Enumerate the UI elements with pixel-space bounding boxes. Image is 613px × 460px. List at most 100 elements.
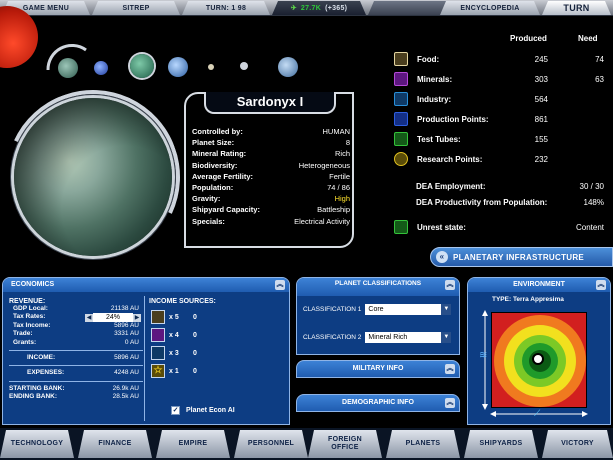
info-row: Population: 74 / 86: [192, 182, 350, 193]
collapse-chevron-icon[interactable]: ︽: [275, 280, 285, 290]
nav-victory[interactable]: VICTORY: [542, 430, 613, 458]
info-row: Biodiversity: Heterogeneous: [192, 160, 350, 171]
military-info-panel[interactable]: MILITARY INFO ︽: [296, 360, 460, 378]
classification-2-select[interactable]: Mineral Rich ▼: [365, 332, 452, 343]
source-count: x 1: [169, 368, 179, 375]
income-source-row: x 5 0: [149, 309, 285, 327]
production-icon: [394, 112, 408, 126]
info-value: Rich: [334, 149, 350, 159]
info-value: High: [334, 194, 350, 204]
nav-personnel[interactable]: PERSONNEL: [234, 430, 308, 458]
production-row-food: Food: 245 74: [392, 52, 606, 70]
nav-technology[interactable]: TECHNOLOGY: [0, 430, 74, 458]
revenue-column: REVENUE: GDP Local: 21138 AU Tax Rates: ◀…: [9, 298, 143, 402]
row-label: Industry:: [417, 95, 452, 104]
production-row-research-points: Research Points: 232: [392, 152, 606, 170]
tax-rates-label: Tax Rates:: [13, 313, 46, 321]
row-label: Test Tubes:: [417, 135, 461, 144]
planet-econ-ai-toggle[interactable]: ✓ Planet Econ AI: [171, 406, 235, 415]
credits-display: ✈ 27.7k (+365): [272, 1, 366, 15]
orbit-planet-2[interactable]: [94, 61, 108, 75]
row-produced: 232: [534, 155, 548, 164]
arrow-right-icon[interactable]: ▶: [133, 313, 141, 322]
orbit-planet-6[interactable]: [240, 62, 248, 70]
nav-empire[interactable]: EMPIRE: [156, 430, 230, 458]
unrest-value: Content: [575, 223, 604, 232]
classification-2-label: CLASSIFICATION 2: [303, 334, 362, 341]
planet-globe: [14, 98, 172, 256]
dea-employment-label: DEA Employment:: [416, 182, 486, 191]
nav-foreign-office[interactable]: FOREIGN OFFICE: [308, 430, 382, 458]
arrow-left-icon[interactable]: ◀: [85, 313, 93, 322]
water-axis-icon: ≋: [479, 350, 488, 361]
income-row: INCOME: 5896 AU: [9, 354, 143, 362]
economics-title: ECONOMICS: [11, 281, 55, 288]
source-value: 0: [193, 368, 197, 375]
production-row-test-tubes: Test Tubes: 155: [392, 132, 606, 150]
orbit-planet-5[interactable]: [208, 64, 214, 70]
produced-header: Produced: [510, 34, 547, 43]
info-label: Controlled by:: [192, 127, 243, 136]
chevron-down-icon[interactable]: ▼: [441, 332, 452, 343]
trade-value: 3331 AU: [114, 330, 139, 338]
dea-employment-row: DEA Employment: 30 / 30: [416, 182, 606, 191]
info-row: Shipyard Capacity: Battleship: [192, 204, 350, 215]
bottom-nav-bar: TECHNOLOGY FINANCE EMPIRE PERSONNEL FORE…: [0, 428, 613, 460]
info-label: Gravity:: [192, 194, 221, 204]
credits-icon: ✈: [290, 5, 297, 12]
nav-planets[interactable]: PLANETS: [386, 430, 460, 458]
production-row-industry: Industry: 564: [392, 92, 606, 110]
planetary-infrastructure-label: PLANETARY INFRASTRUCTURE: [453, 252, 585, 262]
row-need: 63: [595, 75, 604, 84]
row-label: Production Points:: [417, 115, 489, 124]
chevron-down-icon[interactable]: ▼: [441, 304, 452, 315]
collapse-chevron-icon[interactable]: ︽: [445, 280, 455, 290]
orbit-planet-4[interactable]: [168, 57, 188, 77]
nav-shipyards[interactable]: SHIPYARDS: [464, 430, 538, 458]
need-header: Need: [578, 34, 598, 43]
source-count: x 5: [169, 314, 179, 321]
planetary-infrastructure-button[interactable]: « PLANETARY INFRASTRUCTURE: [430, 247, 613, 267]
info-row: Controlled by: HUMAN: [192, 126, 350, 137]
turn-button[interactable]: TURN: [542, 1, 611, 15]
row-produced: 303: [534, 75, 548, 84]
row-label: Food:: [417, 55, 440, 64]
classifications-panel: PLANET CLASSIFICATIONS ︽ CLASSIFICATION …: [296, 277, 460, 355]
income-label: INCOME:: [27, 353, 56, 361]
expand-chevron-icon[interactable]: ︽: [445, 398, 455, 408]
test-tubes-icon: [394, 132, 408, 146]
expand-chevron-icon[interactable]: ︽: [445, 364, 455, 374]
orbit-planet-7[interactable]: [278, 57, 298, 77]
top-bar: GAME MENU SITREP TURN: 1 98 ✈ 27.7k (+36…: [0, 0, 613, 16]
info-row: Average Fertility: Fertile: [192, 171, 350, 182]
minerals-icon: [394, 72, 408, 86]
planet-marker-icon: [532, 353, 544, 365]
grants-row: Grants: 0 AU: [9, 339, 143, 347]
classification-2-value: Mineral Rich: [368, 334, 408, 341]
source-value: 0: [193, 314, 197, 321]
planet-econ-ai-label: Planet Econ AI: [186, 407, 235, 414]
grants-label: Grants:: [13, 338, 37, 346]
info-value: 8: [345, 138, 350, 148]
income-sources-column: INCOME SOURCES: x 5 0 x 4 0 x 3 0 ☆ x 1 …: [149, 298, 285, 381]
sitrep-button[interactable]: SITREP: [92, 1, 180, 15]
orbit-planet-1[interactable]: [58, 58, 78, 78]
classification-1-select[interactable]: Core ▼: [365, 304, 452, 315]
info-label: Shipyard Capacity:: [192, 205, 260, 215]
planet-orbit-selector: [44, 40, 314, 90]
encyclopedia-button[interactable]: ENCYCLOPEDIA: [440, 1, 540, 15]
orbit-planet-3-selected[interactable]: [130, 54, 154, 78]
turn-counter: TURN: 1 98: [182, 1, 270, 15]
info-value: Battleship: [317, 205, 350, 215]
info-row: Planet Size: 8: [192, 137, 350, 148]
row-produced: 155: [534, 135, 548, 144]
ending-bank-row: ENDING BANK: 28.5k AU: [9, 393, 143, 401]
info-label: Specials:: [192, 216, 225, 226]
demographic-info-panel[interactable]: DEMOGRAPHIC INFO ︽: [296, 394, 460, 412]
starting-bank-label: STARTING BANK:: [9, 384, 65, 392]
checkbox-checked-icon[interactable]: ✓: [171, 406, 180, 415]
nav-finance[interactable]: FINANCE: [78, 430, 152, 458]
income-value: 5896 AU: [114, 353, 139, 361]
food-icon: [394, 52, 408, 66]
temperature-axis-icon: ⟋: [534, 408, 541, 418]
